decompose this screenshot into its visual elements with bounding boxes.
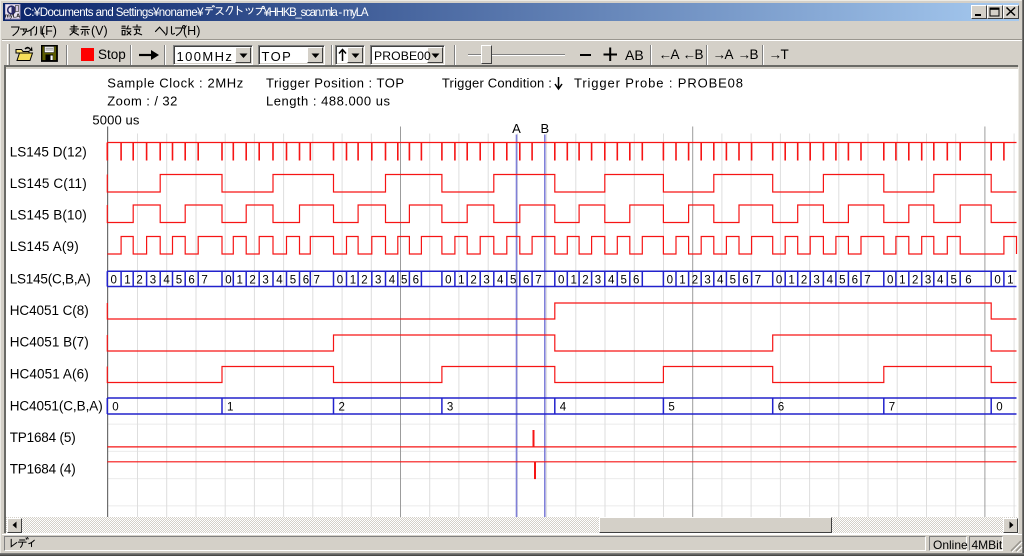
svg-text:1: 1 — [899, 274, 905, 286]
svg-text:6: 6 — [303, 274, 309, 286]
svg-text:2: 2 — [801, 274, 807, 286]
svg-text:1: 1 — [788, 274, 794, 286]
svg-text:2: 2 — [582, 274, 588, 286]
svg-text:Trigger Probe : PROBE08: Trigger Probe : PROBE08 — [574, 75, 743, 90]
svg-text:1: 1 — [124, 274, 130, 286]
svg-text:3: 3 — [704, 274, 710, 286]
svg-text:5: 5 — [401, 274, 407, 286]
svg-text:5: 5 — [290, 274, 296, 286]
svg-text:7: 7 — [535, 274, 541, 286]
svg-text:Trigger Condition :: Trigger Condition : — [442, 75, 552, 90]
svg-text:1: 1 — [1007, 274, 1013, 286]
svg-text:6: 6 — [523, 274, 529, 286]
svg-text:0: 0 — [337, 274, 343, 286]
svg-text:4: 4 — [717, 274, 724, 286]
svg-text:LS145 B(10): LS145 B(10) — [10, 207, 87, 222]
svg-text:6: 6 — [633, 274, 639, 286]
svg-text:LS145 A(9): LS145 A(9) — [10, 239, 79, 254]
svg-text:6: 6 — [852, 274, 858, 286]
svg-text:HC4051(C,B,A): HC4051(C,B,A) — [10, 398, 103, 413]
svg-text:4: 4 — [937, 274, 944, 286]
svg-text:A: A — [512, 121, 521, 136]
svg-text:3: 3 — [925, 274, 931, 286]
svg-text:LS145(C,B,A): LS145(C,B,A) — [10, 271, 91, 286]
svg-text:TP1684 (4): TP1684 (4) — [10, 461, 76, 476]
svg-text:4: 4 — [608, 274, 615, 286]
svg-text:0: 0 — [111, 274, 117, 286]
svg-text:LS145 D(12): LS145 D(12) — [10, 144, 87, 159]
svg-text:0: 0 — [667, 274, 673, 286]
svg-text:7: 7 — [201, 274, 207, 286]
svg-text:5: 5 — [951, 274, 957, 286]
svg-text:5: 5 — [176, 274, 182, 286]
svg-text:5: 5 — [839, 274, 845, 286]
svg-text:0: 0 — [996, 401, 1002, 413]
svg-text:4: 4 — [163, 274, 170, 286]
svg-text:HC4051 A(6): HC4051 A(6) — [10, 366, 89, 381]
svg-text:1: 1 — [458, 274, 464, 286]
svg-text:0: 0 — [445, 274, 451, 286]
svg-text:1: 1 — [227, 401, 233, 413]
svg-text:7: 7 — [889, 401, 895, 413]
svg-text:5: 5 — [668, 401, 674, 413]
svg-text:2: 2 — [339, 401, 345, 413]
svg-text:6: 6 — [778, 401, 784, 413]
svg-text:7: 7 — [864, 274, 870, 286]
svg-text:1: 1 — [679, 274, 685, 286]
svg-text:5: 5 — [510, 274, 516, 286]
svg-text:7: 7 — [314, 274, 320, 286]
svg-text:B: B — [540, 121, 549, 136]
svg-text:4: 4 — [560, 401, 567, 413]
svg-text:Sample Clock : 2MHz: Sample Clock : 2MHz — [107, 75, 243, 90]
svg-text:3: 3 — [447, 401, 453, 413]
svg-text:3: 3 — [375, 274, 381, 286]
svg-text:3: 3 — [483, 274, 489, 286]
svg-text:3: 3 — [262, 274, 268, 286]
svg-text:0: 0 — [225, 274, 231, 286]
svg-text:HC4051 B(7): HC4051 B(7) — [10, 334, 89, 349]
svg-text:1: 1 — [350, 274, 356, 286]
svg-text:5000 us: 5000 us — [92, 112, 139, 127]
svg-text:LS145 C(11): LS145 C(11) — [10, 176, 87, 191]
svg-text:0: 0 — [887, 274, 893, 286]
svg-text:7: 7 — [755, 274, 761, 286]
svg-text:¥HHKB_scan.mla - myLA: ¥HHKB_scan.mla - myLA — [263, 7, 369, 19]
svg-text:0: 0 — [994, 274, 1000, 286]
svg-text:5: 5 — [621, 274, 627, 286]
svg-text:3: 3 — [813, 274, 819, 286]
svg-text:2: 2 — [249, 274, 255, 286]
svg-text:C:¥Documents and Settings¥nona: C:¥Documents and Settings¥noname¥ — [24, 7, 205, 19]
svg-text:1: 1 — [237, 274, 243, 286]
svg-text:5: 5 — [730, 274, 736, 286]
svg-text:HC4051 C(8): HC4051 C(8) — [10, 303, 89, 318]
svg-text:Zoom : / 32: Zoom : / 32 — [107, 93, 177, 108]
svg-text:2: 2 — [692, 274, 698, 286]
svg-text:2: 2 — [912, 274, 918, 286]
svg-text:Length : 488.000 us: Length : 488.000 us — [266, 93, 391, 108]
svg-text:4: 4 — [389, 274, 396, 286]
svg-text:6: 6 — [413, 274, 419, 286]
svg-text:Trigger Position : TOP: Trigger Position : TOP — [266, 75, 404, 90]
svg-text:4: 4 — [497, 274, 504, 286]
svg-text:2: 2 — [361, 274, 367, 286]
svg-text:4: 4 — [827, 274, 834, 286]
svg-text:TP1684 (5): TP1684 (5) — [10, 430, 76, 445]
svg-text:0: 0 — [776, 274, 782, 286]
svg-text:6: 6 — [188, 274, 194, 286]
svg-text:2: 2 — [470, 274, 476, 286]
svg-text:6: 6 — [965, 274, 971, 286]
svg-text:0: 0 — [558, 274, 564, 286]
svg-text:0: 0 — [112, 401, 118, 413]
svg-text:4: 4 — [276, 274, 283, 286]
svg-text:3: 3 — [595, 274, 601, 286]
svg-text:1: 1 — [571, 274, 577, 286]
svg-text:2: 2 — [136, 274, 142, 286]
svg-text:6: 6 — [742, 274, 748, 286]
svg-text:3: 3 — [150, 274, 156, 286]
